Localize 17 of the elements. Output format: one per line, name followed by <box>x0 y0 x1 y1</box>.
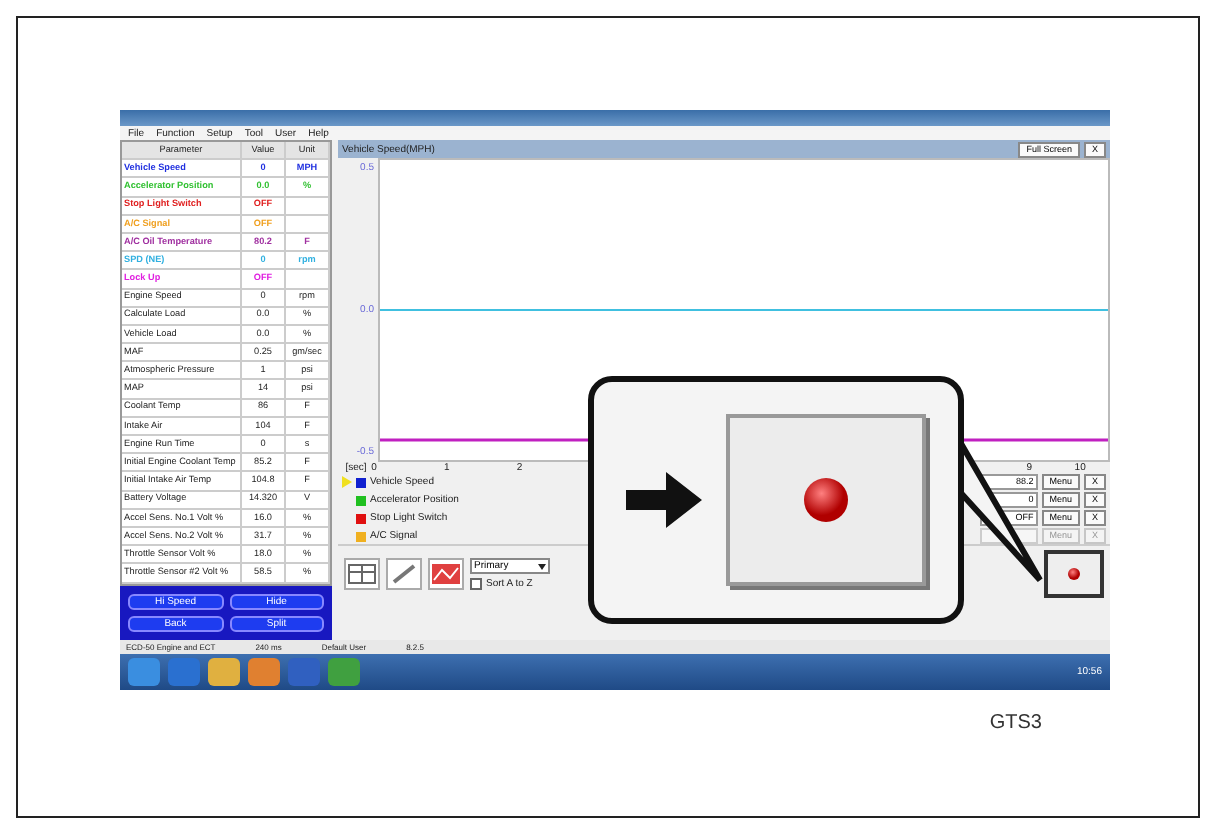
parameter-unit <box>286 270 330 289</box>
pen-icon[interactable] <box>386 558 422 590</box>
app-icon[interactable] <box>328 658 360 686</box>
record-icon <box>1068 568 1080 580</box>
parameter-unit <box>286 197 330 216</box>
checkbox[interactable] <box>470 578 482 590</box>
figure-label: GTS3 <box>989 712 1042 734</box>
chart-icon[interactable] <box>428 558 464 590</box>
app-icon[interactable] <box>208 658 240 686</box>
record-icon <box>804 478 848 522</box>
caret-icon <box>538 563 546 569</box>
arrow-icon <box>626 472 702 528</box>
parameter-unit <box>286 215 330 234</box>
app-icon[interactable] <box>128 658 160 686</box>
record-button[interactable] <box>1044 550 1104 598</box>
app-icon[interactable] <box>248 658 280 686</box>
table-icon[interactable] <box>344 558 380 590</box>
